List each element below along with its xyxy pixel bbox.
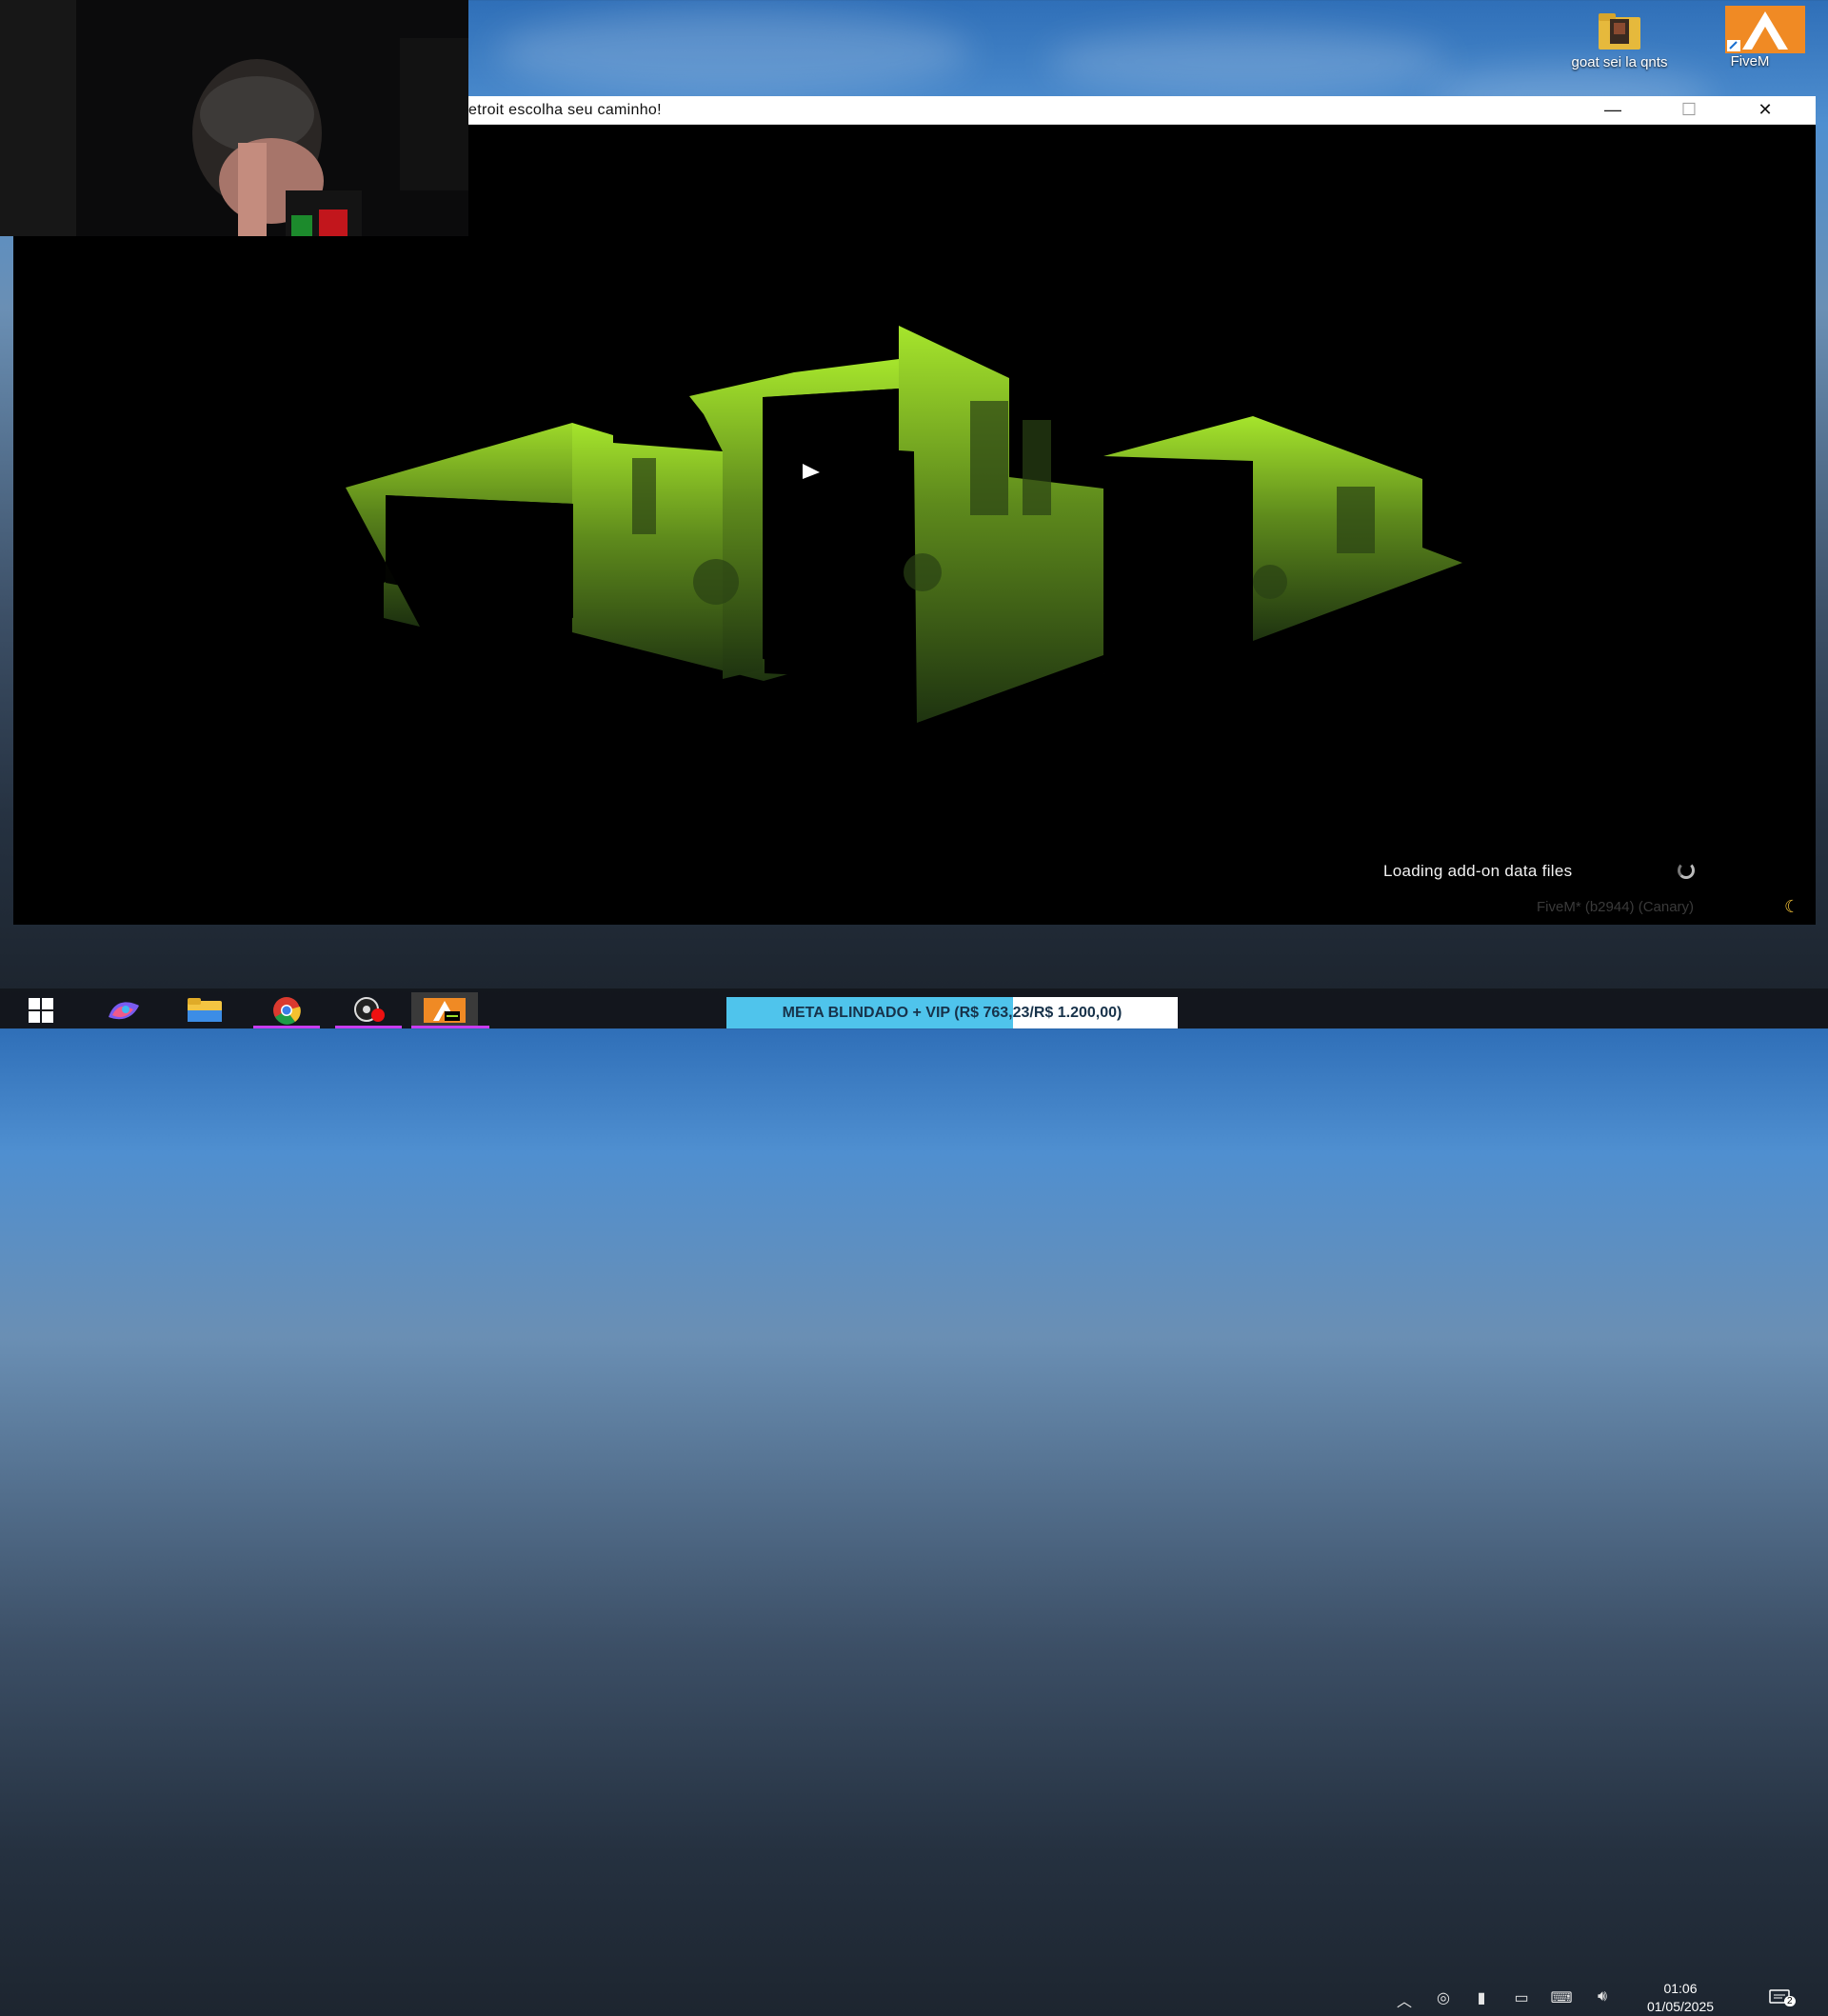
fivem-taskbar-button[interactable] xyxy=(411,992,478,1028)
desktop-icon-fivem[interactable]: FiveM xyxy=(1698,6,1805,70)
copilot-button[interactable] xyxy=(90,992,157,1028)
webcam-overlay xyxy=(0,0,468,236)
notification-button[interactable]: 2 xyxy=(1763,1986,1798,2011)
tray-display-icon[interactable]: ▭ xyxy=(1509,1988,1534,2007)
fivem-shortcut-icon xyxy=(1725,6,1805,53)
donation-goal-widget: META BLINDADO + VIP (R$ 763,23/R$ 1.200,… xyxy=(726,997,1178,1028)
taskbar-clock[interactable]: 01:06 01/05/2025 xyxy=(1619,1980,1742,2016)
tray-usb-icon[interactable]: ▮ xyxy=(1469,1988,1494,2007)
desktop-icon-label: FiveM xyxy=(1730,53,1770,70)
start-button[interactable] xyxy=(8,992,74,1028)
clock-date: 01/05/2025 xyxy=(1646,1999,1715,2014)
tray-network-icon[interactable]: ⌨ xyxy=(1549,1988,1574,2007)
tray-overflow-icon[interactable]: ︿ xyxy=(1392,1988,1417,2010)
obs-icon xyxy=(354,997,385,1022)
loading-status-text: Loading add-on data files xyxy=(1383,862,1573,880)
chrome-button[interactable] xyxy=(253,992,320,1028)
clock-time: 01:06 xyxy=(1663,1981,1698,1996)
loading-spinner-icon xyxy=(1678,862,1695,879)
version-label: FiveM* (b2944) (Canary) xyxy=(1537,899,1695,915)
desktop-icon-folder[interactable]: goat sei la qnts xyxy=(1567,8,1672,70)
obs-button[interactable] xyxy=(335,992,402,1028)
chrome-icon xyxy=(273,997,301,1025)
windows-start-icon xyxy=(29,998,53,1023)
canary-moon-icon: ☾ xyxy=(1784,897,1800,916)
copilot-icon xyxy=(109,1002,139,1020)
desktop-icon-label: goat sei la qnts xyxy=(1571,54,1668,70)
folder-icon xyxy=(1595,8,1644,53)
mouse-cursor-icon xyxy=(803,464,820,479)
notification-count: 2 xyxy=(1784,1996,1796,2006)
tray-volume-icon[interactable]: 🔊︎ xyxy=(1590,1988,1615,2007)
tray-meet-icon[interactable]: ◎ xyxy=(1431,1988,1456,2007)
file-explorer-icon xyxy=(188,998,222,1022)
fivem-app-icon xyxy=(424,998,466,1023)
donation-goal-text: META BLINDADO + VIP (R$ 763,23/R$ 1.200,… xyxy=(782,1005,1123,1021)
file-explorer-button[interactable] xyxy=(171,992,238,1028)
